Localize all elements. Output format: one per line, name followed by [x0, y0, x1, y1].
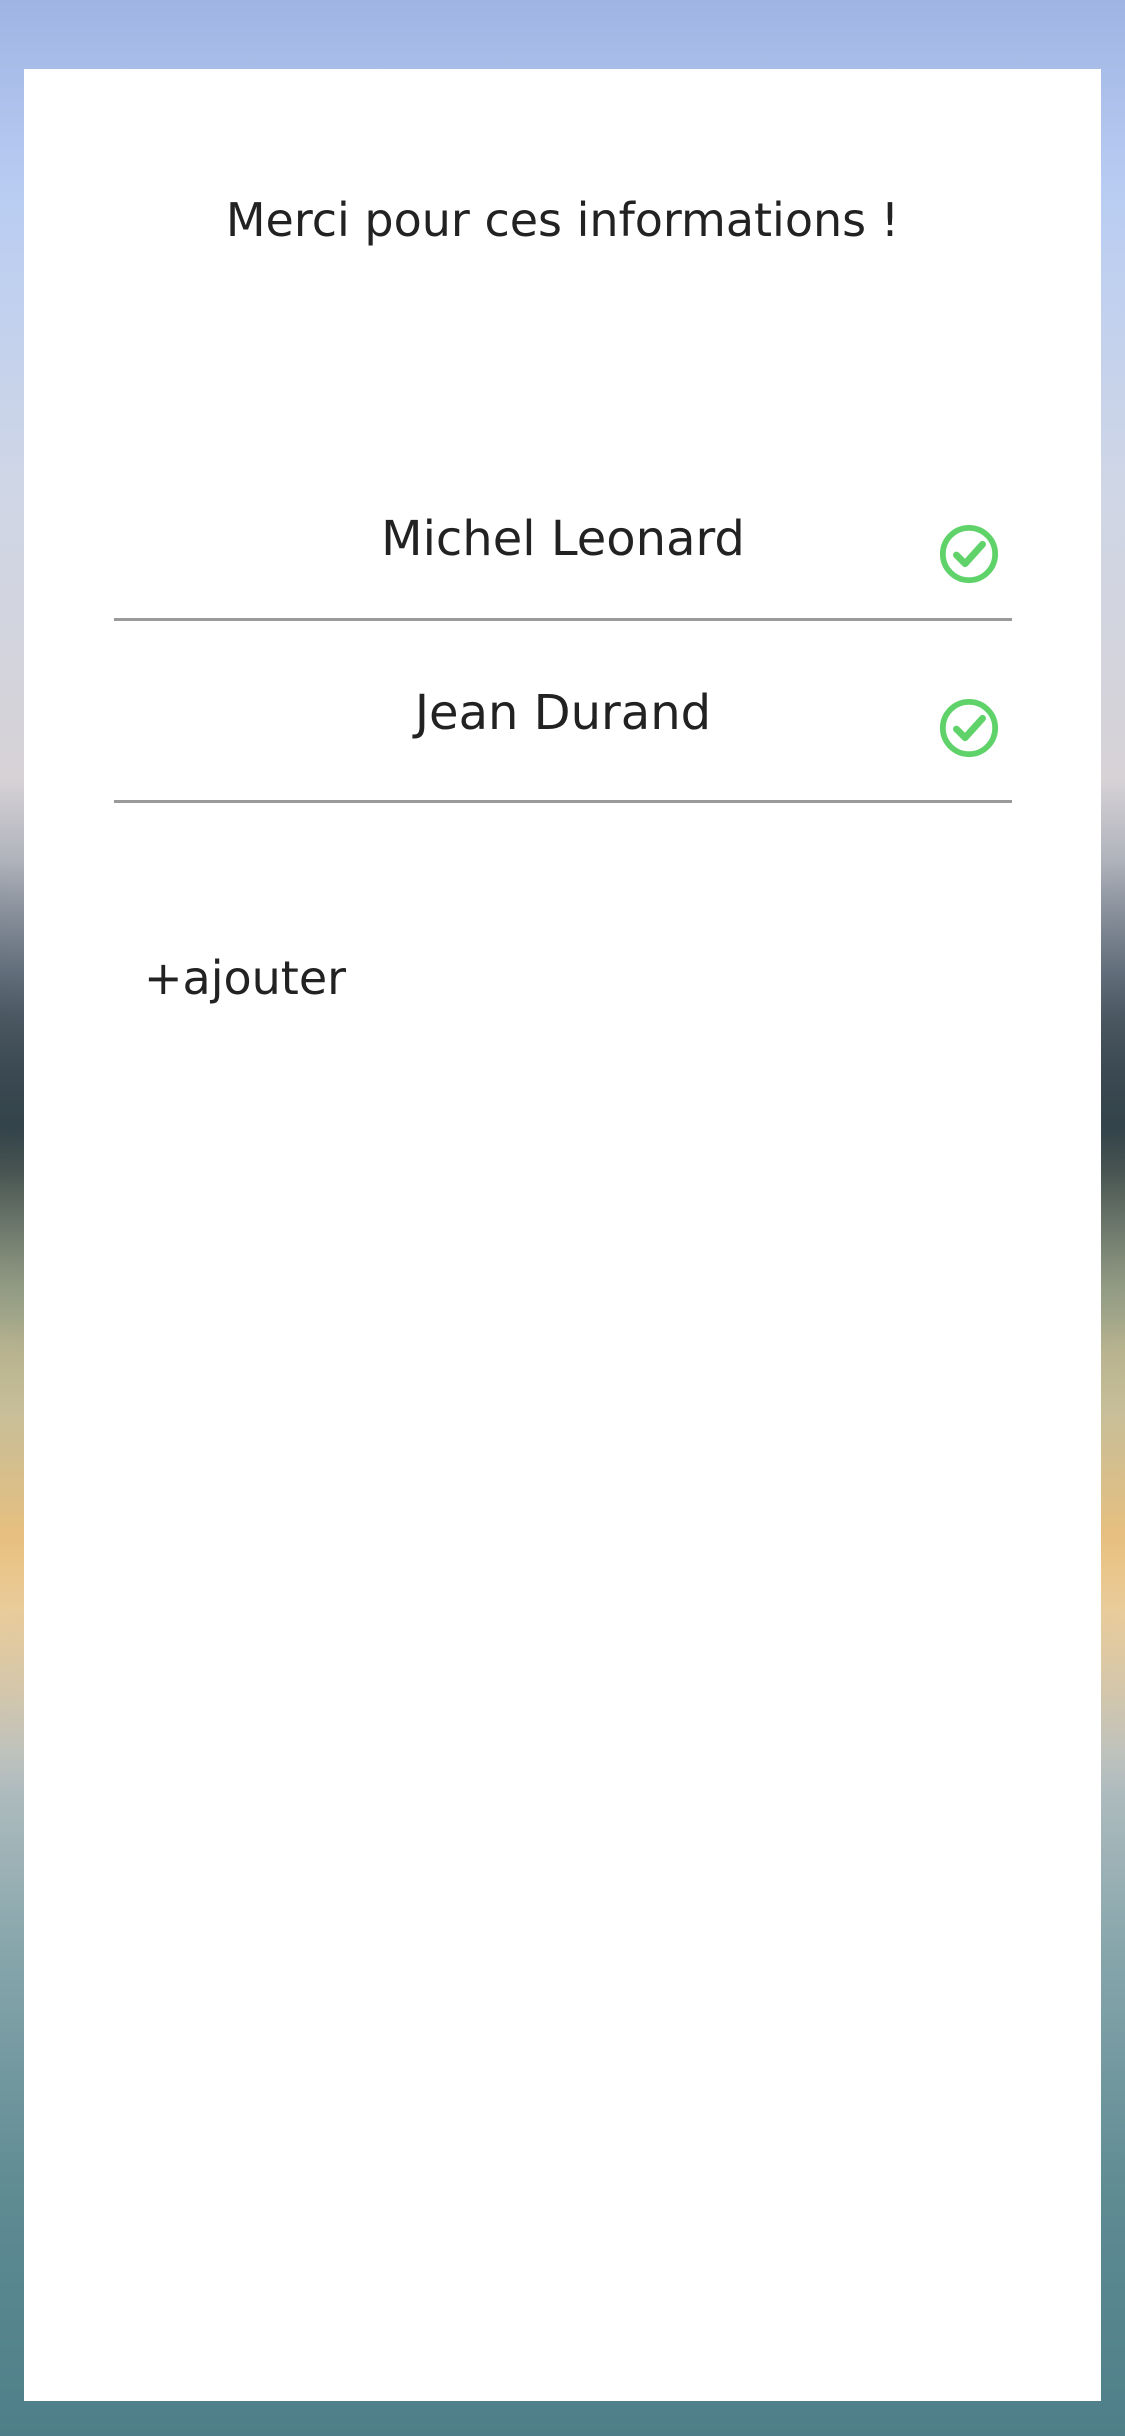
page-title: Merci pour ces informations !: [225, 193, 900, 247]
person-name: Michel Leonard: [381, 511, 745, 567]
list-item[interactable]: Michel Leonard: [114, 439, 1012, 621]
list-item[interactable]: Jean Durand: [114, 621, 1012, 803]
check-circle-icon: [938, 697, 1000, 759]
check-circle-icon: [938, 523, 1000, 585]
add-person-link[interactable]: +ajouter: [144, 951, 346, 1006]
person-name: Jean Durand: [414, 685, 712, 741]
people-list: Michel Leonard Jean Durand: [114, 439, 1012, 803]
content-card: Merci pour ces informations ! Michel Leo…: [24, 69, 1101, 2401]
